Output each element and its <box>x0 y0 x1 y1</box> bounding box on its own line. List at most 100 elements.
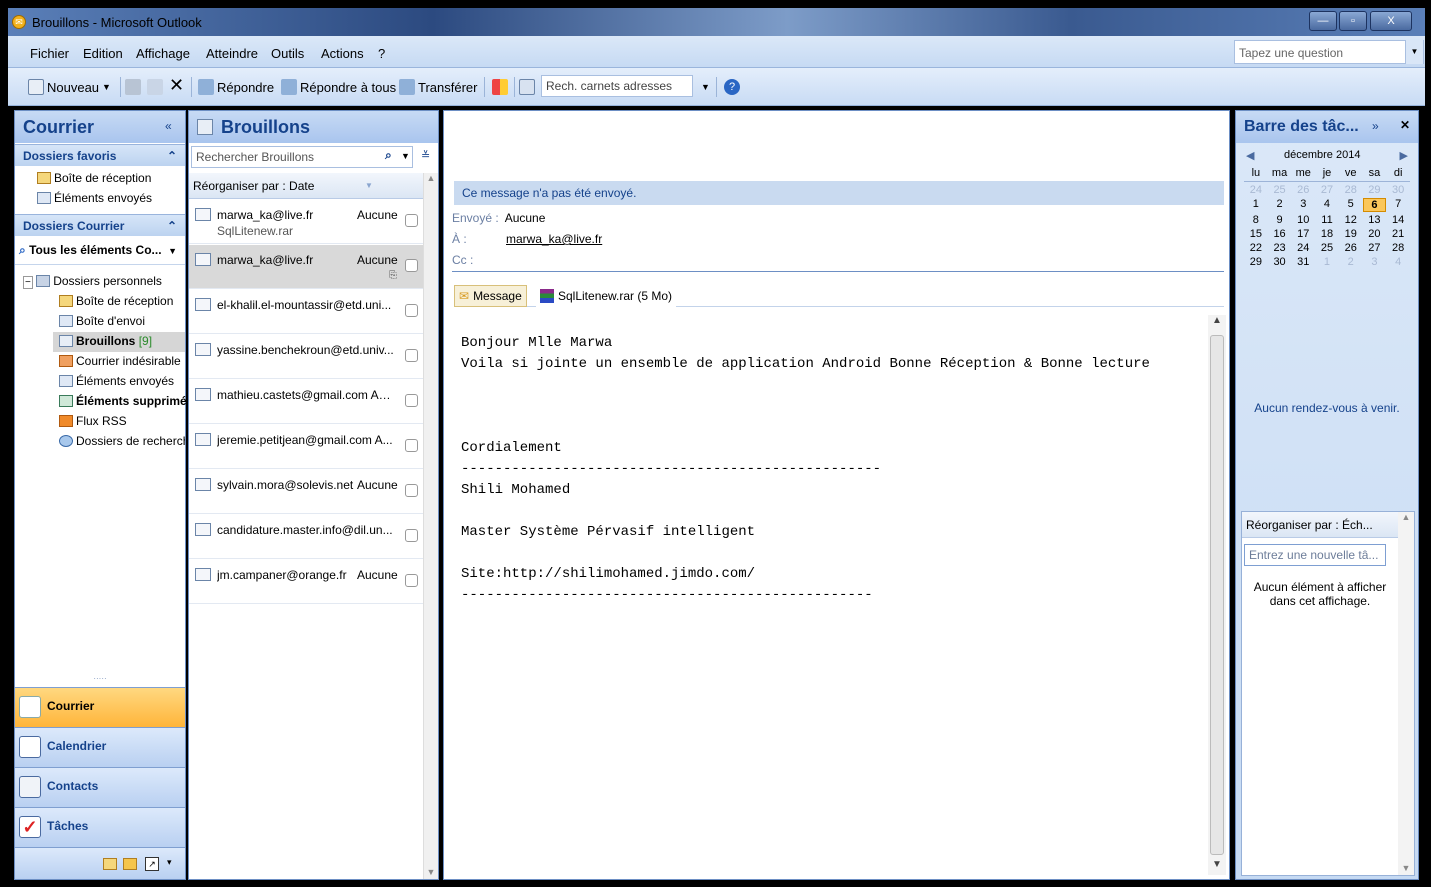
scroll-up-icon[interactable]: ▲ <box>1208 315 1226 331</box>
message-row[interactable]: mathieu.castets@gmail.com Auc... <box>189 380 423 424</box>
favorites-header[interactable]: Dossiers favoris ⌃ <box>15 144 185 166</box>
help-question-input[interactable]: Tapez une question <box>1234 40 1424 64</box>
task-list-scrollbar[interactable]: ▲ ▼ <box>1398 512 1414 875</box>
new-button[interactable]: Nouveau ▼ <box>28 79 111 95</box>
message-row[interactable]: marwa_ka@live.fr Aucune SqlLitenew.rar <box>189 200 423 244</box>
personal-folders-root[interactable]: − Dossiers personnels <box>23 274 162 289</box>
fav-sent-items[interactable]: Éléments envoyés <box>37 191 152 205</box>
new-task-input[interactable]: Entrez une nouvelle tâ... <box>1244 544 1386 566</box>
folder-list-icon[interactable] <box>123 858 137 870</box>
message-body[interactable]: Bonjour Mlle Marwa Voila si jointe un en… <box>461 333 1201 606</box>
menu-affichage[interactable]: Affichage <box>136 46 190 61</box>
nav-button-contacts[interactable]: Contacts <box>15 767 185 807</box>
folder-sent-items[interactable]: Éléments envoyés <box>59 374 174 388</box>
scroll-down-icon[interactable]: ▼ <box>1398 863 1414 873</box>
folder-junk[interactable]: Courrier indésirable <box>59 354 181 368</box>
follow-up-flag-checkbox[interactable] <box>405 484 418 497</box>
message-tab[interactable]: ✉ Message <box>454 285 527 307</box>
arrange-by-header[interactable]: Réorganiser par : Date ▼ <box>189 173 423 199</box>
address-book-search-input[interactable]: Rech. carnets adresses <box>541 75 693 97</box>
reply-all-button[interactable]: Répondre à tous <box>281 79 396 95</box>
scroll-down-icon[interactable]: ▼ <box>1208 859 1226 875</box>
attachment-file[interactable]: SqlLitenew.rar (5 Mo) <box>536 285 677 307</box>
print-button[interactable] <box>125 79 141 95</box>
configure-buttons-icon[interactable]: ▾ <box>167 857 172 868</box>
sort-down-icon[interactable]: ▼ <box>365 181 373 190</box>
follow-up-flag-checkbox[interactable] <box>405 439 418 452</box>
folder-rss-feeds[interactable]: Flux RSS <box>59 414 127 428</box>
reply-button[interactable]: Répondre <box>198 79 274 95</box>
forward-button[interactable]: Transférer <box>399 79 477 95</box>
next-month-icon[interactable]: ▶ <box>1400 149 1408 162</box>
message-row[interactable]: jeremie.petitjean@gmail.com A... <box>189 425 423 469</box>
follow-up-flag-checkbox[interactable] <box>405 394 418 407</box>
previous-month-icon[interactable]: ◀ <box>1246 149 1254 162</box>
navigation-pane: Courrier « Dossiers favoris ⌃ Boîte de r… <box>14 110 193 880</box>
maximize-button[interactable]: ▫ <box>1339 11 1367 31</box>
folder-outbox[interactable]: Boîte d'envoi <box>59 314 145 328</box>
menu-fichier[interactable]: Fichier <box>30 46 69 61</box>
tree-collapse-icon[interactable]: − <box>23 276 33 289</box>
message-row[interactable]: marwa_ka@live.fr Aucune ⎘ <box>189 245 423 289</box>
move-to-folder-button[interactable] <box>147 79 163 95</box>
message-row[interactable]: jm.campaner@orange.fr Aucune <box>189 560 423 604</box>
chevron-down-icon[interactable]: ▼ <box>102 82 111 92</box>
menu-actions[interactable]: Actions <box>321 46 364 61</box>
chevron-down-icon: ▼ <box>701 82 710 92</box>
search-input[interactable]: Rechercher Brouillons <box>191 146 413 168</box>
expand-search-icon[interactable]: ≚ <box>421 149 430 162</box>
nav-button-tasks[interactable]: ✓ Tâches <box>15 807 185 847</box>
all-mail-items-selector[interactable]: ⌕ Tous les éléments Co... ▼ <box>15 237 185 265</box>
reading-pane-scrollbar[interactable]: ▲ ▼ <box>1208 315 1226 875</box>
follow-up-flag-checkbox[interactable] <box>405 304 418 317</box>
scroll-up-icon[interactable]: ▲ <box>424 173 438 183</box>
help-dropdown-icon[interactable]: ▼ <box>1405 40 1423 64</box>
minimize-button[interactable]: — <box>1309 11 1337 31</box>
message-row[interactable]: candidature.master.info@dil.un... <box>189 515 423 559</box>
outlook-app-icon[interactable]: ✉ <box>12 15 26 29</box>
follow-up-flag-checkbox[interactable] <box>405 259 418 272</box>
collapse-pane-icon[interactable]: « <box>165 119 172 133</box>
delete-button[interactable]: ✕ <box>169 75 184 96</box>
expand-todo-icon[interactable]: » <box>1372 119 1379 133</box>
today-date[interactable]: 6 <box>1362 198 1387 212</box>
message-row[interactable]: el-khalil.el-mountassir@etd.uni... <box>189 290 423 334</box>
menu-atteindre[interactable]: Atteindre <box>206 46 258 61</box>
folder-inbox[interactable]: Boîte de réception <box>59 294 173 308</box>
message-list-scrollbar[interactable]: ▲ ▼ <box>423 173 438 879</box>
scroll-down-icon[interactable]: ▼ <box>424 867 438 877</box>
nav-button-mail[interactable]: Courrier <box>15 687 185 727</box>
mail-folders-header[interactable]: Dossiers Courrier ⌃ <box>15 214 185 236</box>
follow-up-flag-checkbox[interactable] <box>405 574 418 587</box>
folder-search-folders[interactable]: Dossiers de recherche <box>59 434 185 448</box>
close-window-button[interactable]: X <box>1370 11 1412 31</box>
pane-splitter[interactable]: ····· <box>15 675 185 684</box>
menu-edition[interactable]: Edition <box>83 46 123 61</box>
folder-drafts[interactable]: Brouillons [9] <box>53 332 185 352</box>
rss-icon <box>59 415 73 427</box>
follow-up-flag-checkbox[interactable] <box>405 349 418 362</box>
follow-up-flag-checkbox[interactable] <box>405 529 418 542</box>
menu-outils[interactable]: Outils <box>271 46 304 61</box>
address-search-dropdown[interactable]: ▼ <box>701 82 710 92</box>
scroll-thumb[interactable] <box>1210 335 1224 855</box>
message-row[interactable]: sylvain.mora@solevis.net Aucune <box>189 470 423 514</box>
search-icon[interactable]: ⌕ <box>385 148 392 163</box>
help-button[interactable]: ? <box>724 79 740 95</box>
shortcuts-icon[interactable]: ↗ <box>145 857 159 871</box>
scroll-up-icon[interactable]: ▲ <box>1398 512 1414 522</box>
categorize-button[interactable] <box>492 79 508 95</box>
message-row[interactable]: yassine.benchekroun@etd.univ... <box>189 335 423 379</box>
close-todo-icon[interactable]: ✕ <box>1400 118 1410 132</box>
task-arrange-by-header[interactable]: Réorganiser par : Éch... <box>1242 512 1398 538</box>
help-icon: ? <box>724 79 740 95</box>
recipient-link[interactable]: marwa_ka@live.fr <box>506 232 602 246</box>
search-options-dropdown[interactable]: ▼ <box>401 151 410 161</box>
address-book-button[interactable] <box>519 79 535 95</box>
menu-help[interactable]: ? <box>378 46 385 61</box>
fav-inbox[interactable]: Boîte de réception <box>37 171 151 185</box>
notes-icon[interactable] <box>103 858 117 870</box>
follow-up-flag-checkbox[interactable] <box>405 214 418 227</box>
nav-button-calendar[interactable]: Calendrier <box>15 727 185 767</box>
folder-deleted-items[interactable]: Éléments supprimés <box>59 394 193 408</box>
